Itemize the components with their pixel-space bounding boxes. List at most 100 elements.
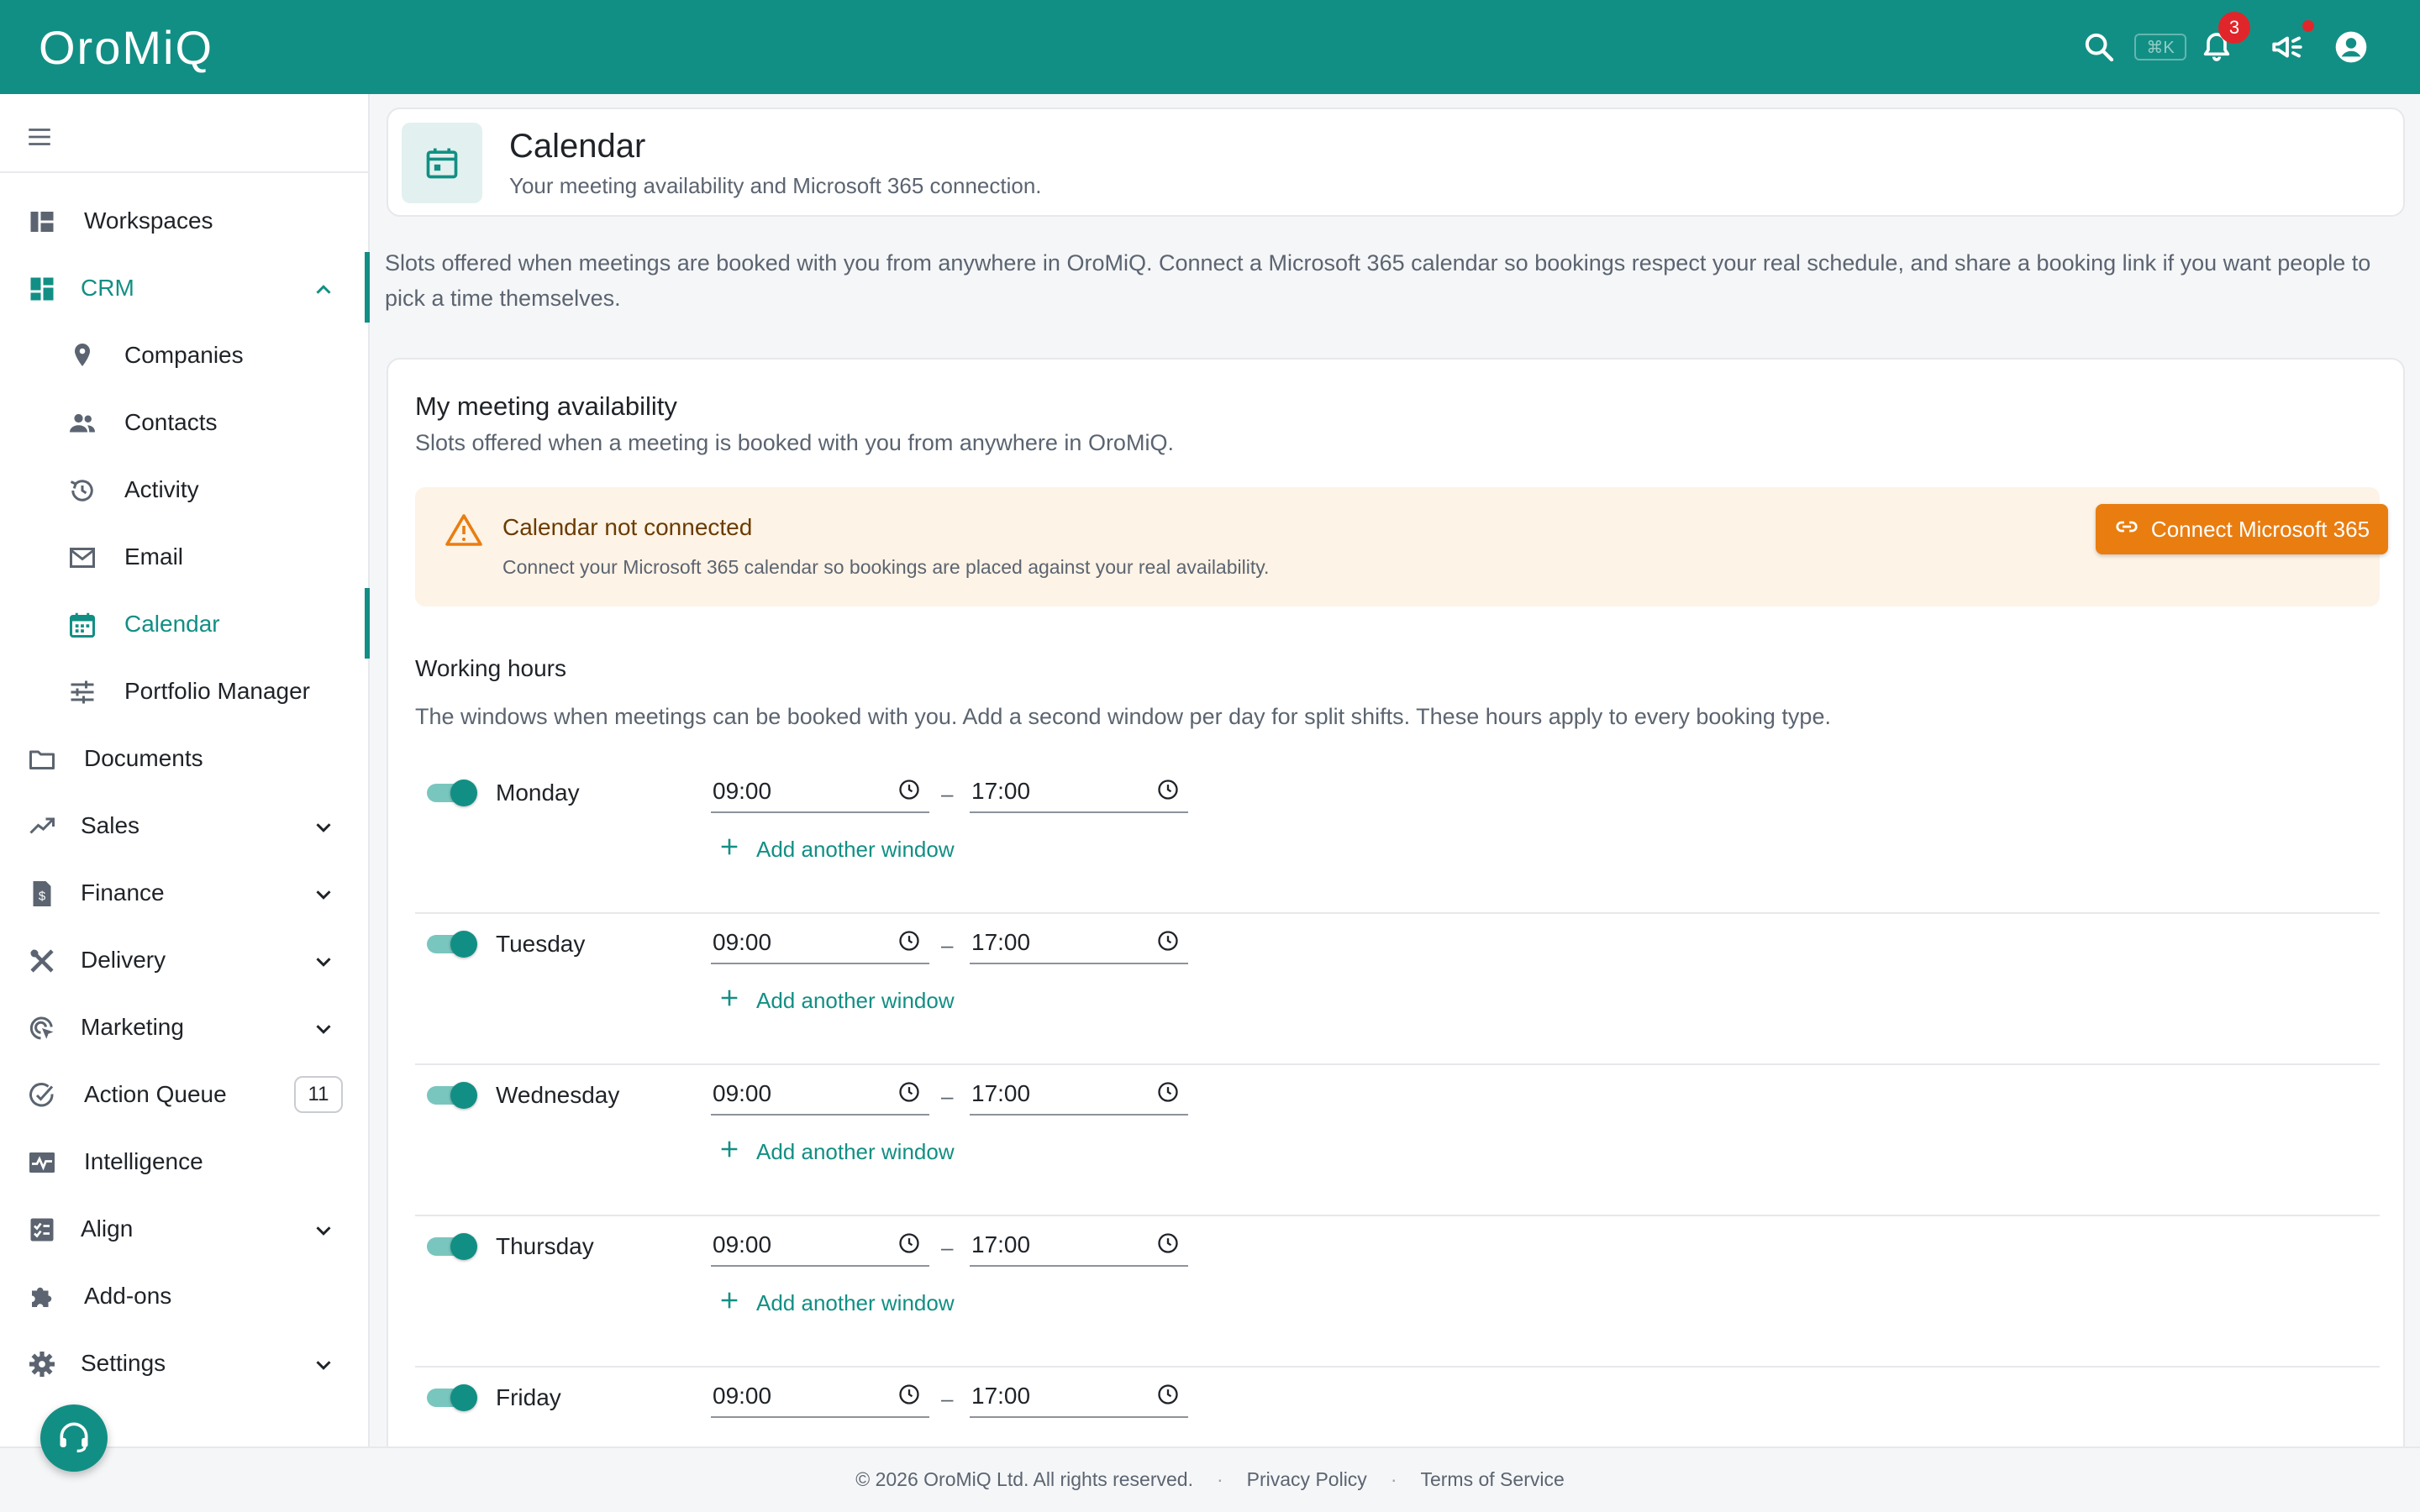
sidebar-item-email[interactable]: Email [0, 528, 368, 586]
end-time-field[interactable]: 17:00 [970, 768, 1188, 813]
privacy-policy-link[interactable]: Privacy Policy [1247, 1468, 1367, 1491]
page-header-card: Calendar Your meeting availability and M… [387, 108, 2405, 217]
clock-icon[interactable] [897, 778, 921, 801]
hamburger-menu-icon[interactable] [25, 123, 54, 151]
start-time-field[interactable]: 09:00 [711, 1070, 929, 1116]
sidebar-item-label: Workspaces [84, 207, 213, 234]
sidebar-item-sales[interactable]: Sales [0, 796, 368, 855]
sidebar-item-align[interactable]: Align [0, 1200, 368, 1258]
sidebar-item-finance[interactable]: $ Finance [0, 864, 368, 922]
sidebar-item-delivery[interactable]: Delivery [0, 931, 368, 990]
clock-icon[interactable] [1156, 778, 1180, 801]
crm-active-indicator [365, 252, 370, 323]
start-time-value: 09:00 [713, 929, 772, 955]
day-enabled-toggle[interactable] [427, 1233, 477, 1260]
start-time-field[interactable]: 09:00 [711, 919, 929, 964]
sidebar-item-label: Documents [84, 745, 203, 771]
end-time-value: 17:00 [971, 1080, 1031, 1106]
clock-icon[interactable] [897, 929, 921, 953]
clock-icon[interactable] [1156, 929, 1180, 953]
sidebar-item-label: Contacts [124, 409, 218, 435]
sidebar-item-label: Portfolio Manager [124, 678, 311, 704]
sidebar-item-label: Activity [124, 476, 199, 502]
meeting-availability-card: My meeting availability Slots offered wh… [387, 358, 2405, 1512]
chevron-up-icon [311, 277, 336, 302]
day-enabled-toggle[interactable] [427, 780, 477, 806]
sidebar-item-marketing[interactable]: Marketing [0, 998, 368, 1057]
add-another-window-button[interactable]: Add another window [718, 1137, 955, 1167]
invoice-icon: $ [27, 879, 57, 909]
support-chat-button[interactable] [40, 1404, 108, 1472]
end-time-value: 17:00 [971, 929, 1031, 955]
sidebar-item-action-queue[interactable]: Action Queue 11 [0, 1065, 368, 1124]
folder-icon [27, 744, 57, 774]
start-time-value: 09:00 [713, 1231, 772, 1257]
day-row-wednesday: Wednesday 09:00 – 17:00 Add another wind… [415, 1065, 2380, 1216]
clock-icon[interactable] [897, 1231, 921, 1255]
app-logo[interactable]: OroMiQ [39, 20, 213, 75]
working-hours-title: Working hours [415, 655, 567, 681]
day-enabled-toggle[interactable] [427, 1384, 477, 1411]
sidebar-item-add-ons[interactable]: Add-ons [0, 1267, 368, 1326]
sidebar-item-label: Align [81, 1215, 134, 1242]
day-enabled-toggle[interactable] [427, 1082, 477, 1109]
plus-icon [718, 1137, 741, 1167]
sidebar-item-calendar[interactable]: Calendar [0, 595, 368, 654]
end-time-value: 17:00 [971, 1231, 1031, 1257]
day-enabled-toggle[interactable] [427, 931, 477, 958]
sidebar-item-contacts[interactable]: Contacts [0, 393, 368, 452]
sidebar-item-crm[interactable]: CRM [0, 259, 368, 318]
alert-title: Calendar not connected [502, 514, 753, 540]
clock-icon[interactable] [897, 1080, 921, 1104]
calendar-active-indicator [365, 588, 370, 659]
day-name: Monday [496, 780, 580, 806]
clock-icon[interactable] [1156, 1231, 1180, 1255]
time-separator: – [941, 1386, 954, 1411]
clock-icon[interactable] [1156, 1383, 1180, 1406]
sidebar-item-workspaces[interactable]: Workspaces [0, 192, 368, 250]
terms-of-service-link[interactable]: Terms of Service [1420, 1468, 1564, 1491]
working-hours-subtitle: The windows when meetings can be booked … [415, 704, 1831, 729]
connect-button-label: Connect Microsoft 365 [2150, 516, 2370, 542]
availability-title: My meeting availability [415, 391, 677, 421]
warning-icon [444, 511, 484, 551]
link-icon [2114, 514, 2139, 545]
history-icon [67, 475, 97, 506]
sidebar-item-intelligence[interactable]: Intelligence [0, 1132, 368, 1191]
sidebar-item-settings[interactable]: Settings [0, 1334, 368, 1393]
sidebar-item-label: CRM [81, 275, 134, 301]
sidebar-item-label: Marketing [81, 1014, 184, 1040]
start-time-field[interactable]: 09:00 [711, 1221, 929, 1267]
sidebar-item-portfolio-manager[interactable]: Portfolio Manager [0, 662, 368, 721]
calendar-intro-text: Slots offered when meetings are booked w… [385, 250, 2371, 311]
clock-icon[interactable] [897, 1383, 921, 1406]
start-time-field[interactable]: 09:00 [711, 768, 929, 813]
connect-microsoft-365-button[interactable]: Connect Microsoft 365 [2096, 504, 2388, 554]
end-time-field[interactable]: 17:00 [970, 1373, 1188, 1418]
search-icon[interactable] [2077, 25, 2121, 69]
clock-icon[interactable] [1156, 1080, 1180, 1104]
sidebar-item-documents[interactable]: Documents [0, 729, 368, 788]
headset-icon [55, 1418, 92, 1459]
add-another-window-button[interactable]: Add another window [718, 986, 955, 1016]
add-window-label: Add another window [756, 837, 955, 862]
sidebar-item-companies[interactable]: Companies [0, 326, 368, 385]
chevron-down-icon [311, 1016, 336, 1042]
tools-icon [27, 946, 57, 976]
end-time-field[interactable]: 17:00 [970, 1221, 1188, 1267]
megaphone-icon[interactable] [2265, 25, 2309, 69]
add-another-window-button[interactable]: Add another window [718, 1289, 955, 1318]
end-time-field[interactable]: 17:00 [970, 919, 1188, 964]
start-time-field[interactable]: 09:00 [711, 1373, 929, 1418]
add-another-window-button[interactable]: Add another window [718, 835, 955, 864]
account-icon[interactable] [2329, 25, 2373, 69]
end-time-field[interactable]: 17:00 [970, 1070, 1188, 1116]
calendar-icon [402, 123, 482, 203]
pulse-icon [27, 1147, 57, 1178]
sidebar: Workspaces CRM Companies Contacts Activi… [0, 94, 370, 1446]
day-row-tuesday: Tuesday 09:00 – 17:00 Add another window [415, 914, 2380, 1065]
action-queue-count-badge: 11 [294, 1076, 343, 1113]
target-click-icon [27, 1013, 57, 1043]
start-time-value: 09:00 [713, 1383, 772, 1409]
sidebar-item-activity[interactable]: Activity [0, 460, 368, 519]
